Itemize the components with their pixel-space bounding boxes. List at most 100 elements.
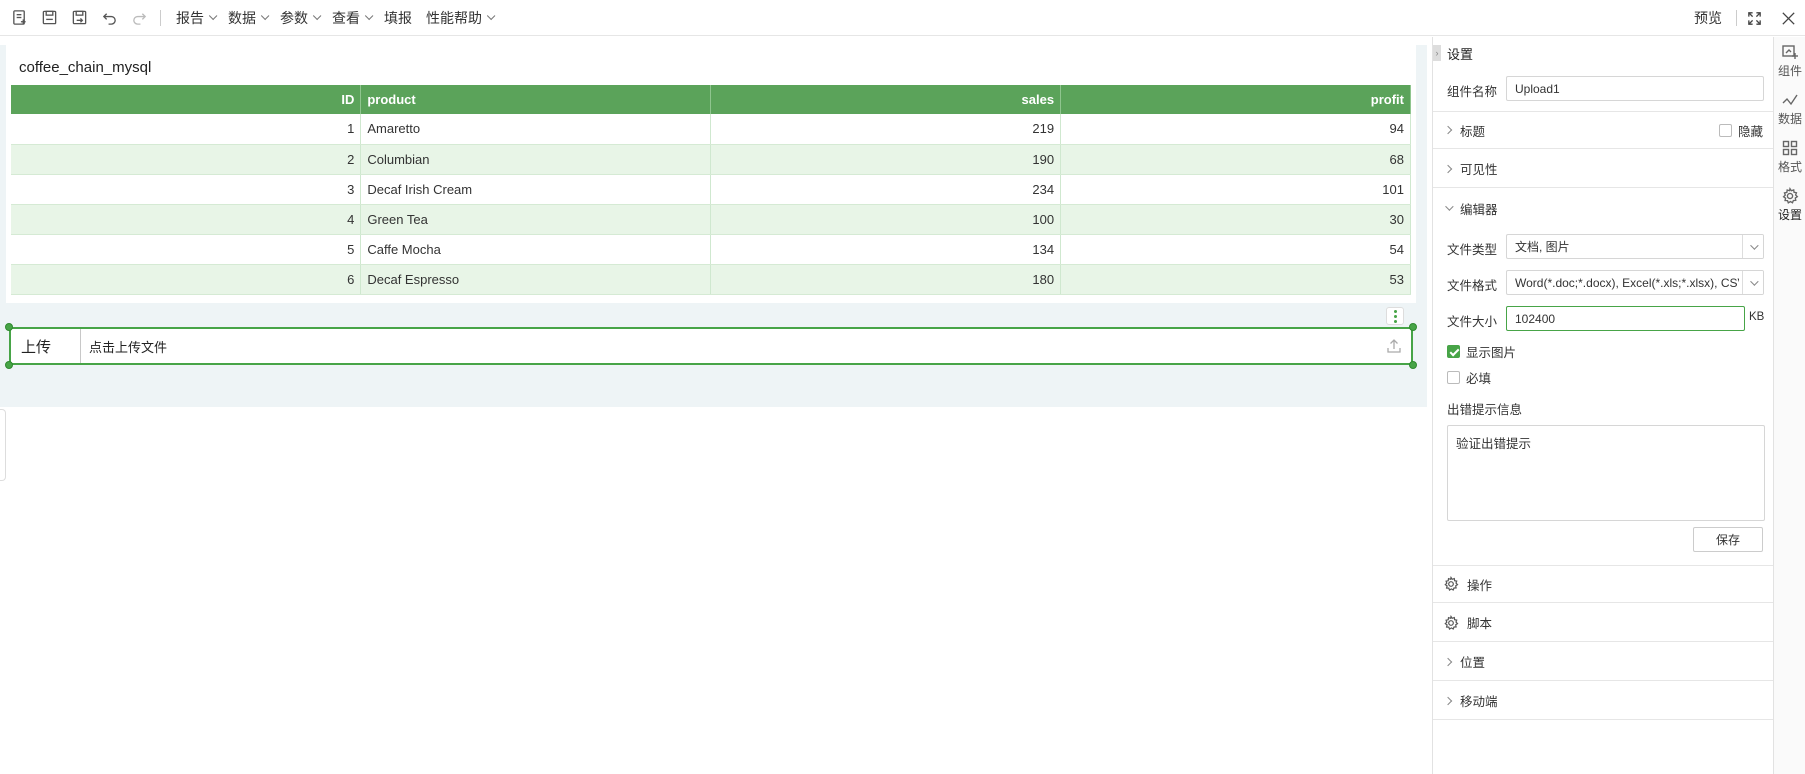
cell-sales[interactable]: 219	[710, 114, 1062, 145]
menu-view[interactable]: 查看	[325, 0, 377, 36]
cell-profit[interactable]: 54	[1060, 234, 1411, 265]
section-visibility[interactable]: 可见性	[1433, 150, 1773, 188]
cell-id[interactable]: 4	[11, 204, 362, 235]
table-component[interactable]: coffee_chain_mysql ID product sales prof…	[6, 45, 1416, 303]
tab-format[interactable]: 格式	[1774, 133, 1805, 181]
resize-handle-top-right[interactable]	[1409, 323, 1417, 331]
table-title: coffee_chain_mysql	[19, 59, 152, 76]
format-grid-icon	[1782, 140, 1798, 156]
file-format-label: 文件格式	[1447, 279, 1498, 293]
column-header-sales[interactable]: sales	[710, 85, 1062, 114]
table-row: 4 Green Tea 100 30	[11, 204, 1411, 235]
toolbar-divider	[160, 9, 161, 26]
menu-parameters[interactable]: 参数	[273, 0, 325, 36]
resize-handle-top-left[interactable]	[5, 323, 13, 331]
left-panel-toggle[interactable]	[0, 409, 6, 481]
tab-data[interactable]: 数据	[1774, 85, 1805, 133]
cell-sales[interactable]: 100	[710, 204, 1062, 235]
chevron-right-icon	[1443, 696, 1453, 705]
section-operation[interactable]: 操作	[1433, 565, 1773, 603]
component-name-input[interactable]: Upload1	[1506, 76, 1764, 101]
chevron-down-icon	[364, 11, 374, 20]
save-as-icon[interactable]	[64, 0, 94, 36]
section-title[interactable]: 标题 隐藏	[1433, 111, 1773, 149]
design-canvas: coffee_chain_mysql ID product sales prof…	[0, 37, 1432, 774]
cell-sales[interactable]: 234	[710, 174, 1062, 205]
menu-data[interactable]: 数据	[221, 0, 273, 36]
cell-sales[interactable]: 180	[710, 264, 1062, 295]
upload-label: 上传	[11, 329, 81, 363]
cell-sales[interactable]: 190	[710, 144, 1062, 175]
chevron-down-icon	[312, 11, 322, 20]
report-area: coffee_chain_mysql ID product sales prof…	[0, 45, 1427, 407]
section-editor[interactable]: 编辑器	[1433, 189, 1773, 227]
upload-placeholder[interactable]: 点击上传文件	[89, 329, 167, 363]
save-button[interactable]: 保存	[1693, 527, 1763, 552]
gear-icon	[1444, 614, 1459, 630]
cell-product[interactable]: Decaf Espresso	[360, 264, 712, 295]
column-header-id[interactable]: ID	[11, 85, 362, 114]
redo-icon[interactable]	[124, 0, 154, 36]
cell-id[interactable]: 5	[11, 234, 362, 265]
cell-profit[interactable]: 94	[1060, 114, 1411, 145]
menu-performance-help[interactable]: 性能帮助	[419, 0, 499, 36]
preview-button[interactable]: 预览	[1680, 8, 1736, 28]
error-message-textarea[interactable]: 验证出错提示	[1447, 425, 1765, 521]
cell-product[interactable]: Green Tea	[360, 204, 712, 235]
section-mobile[interactable]: 移动端	[1433, 682, 1773, 720]
save-icon[interactable]	[34, 0, 64, 36]
table-row: 1 Amaretto 219 94	[11, 114, 1411, 145]
new-report-icon[interactable]	[4, 0, 34, 36]
close-icon[interactable]	[1771, 0, 1805, 36]
tab-component[interactable]: 组件	[1774, 37, 1805, 85]
upload-icon[interactable]	[1385, 337, 1403, 355]
table-row: 6 Decaf Espresso 180 53	[11, 264, 1411, 295]
chevron-right-icon	[1443, 125, 1453, 135]
file-size-unit: KB	[1749, 311, 1765, 323]
table-row: 3 Decaf Irish Cream 234 101	[11, 174, 1411, 205]
show-image-checkbox[interactable]: 显示图片	[1447, 342, 1516, 361]
panel-title: 设置	[1447, 47, 1474, 62]
table-header-row: ID product sales profit	[11, 85, 1411, 114]
cell-id[interactable]: 1	[11, 114, 362, 145]
cell-id[interactable]: 3	[11, 174, 362, 205]
fullscreen-icon[interactable]	[1737, 0, 1771, 36]
menu-fill[interactable]: 填报	[377, 0, 419, 36]
cell-profit[interactable]: 101	[1060, 174, 1411, 205]
section-position[interactable]: 位置	[1433, 643, 1773, 681]
column-header-product[interactable]: product	[360, 85, 712, 114]
cell-profit[interactable]: 68	[1060, 144, 1411, 175]
upload-component[interactable]: 上传 点击上传文件	[9, 327, 1413, 365]
component-icon	[1782, 45, 1798, 59]
collapse-panel-icon[interactable]: ›	[1433, 45, 1441, 61]
tab-settings[interactable]: 设置	[1774, 181, 1805, 229]
component-name-label: 组件名称	[1447, 85, 1498, 99]
toolbar: 报告 数据 参数 查看 填报 性能帮助 预览	[0, 0, 1805, 36]
cell-product[interactable]: Decaf Irish Cream	[360, 174, 712, 205]
column-header-profit[interactable]: profit	[1060, 85, 1411, 114]
section-script[interactable]: 脚本	[1433, 604, 1773, 642]
cell-profit[interactable]: 53	[1060, 264, 1411, 295]
cell-profit[interactable]: 30	[1060, 204, 1411, 235]
right-tab-bar: 组件 数据 格式 设置	[1773, 37, 1805, 774]
resize-handle-bottom-left[interactable]	[5, 361, 13, 369]
file-type-label: 文件类型	[1447, 243, 1498, 257]
cell-id[interactable]: 2	[11, 144, 362, 175]
undo-icon[interactable]	[94, 0, 124, 36]
file-type-select[interactable]: 文档, 图片	[1506, 234, 1764, 259]
file-format-select[interactable]: Word(*.doc;*.docx), Excel(*.xls;*.xlsx),…	[1506, 270, 1764, 295]
cell-product[interactable]: Amaretto	[360, 114, 712, 145]
cell-sales[interactable]: 134	[710, 234, 1062, 265]
cell-product[interactable]: Caffe Mocha	[360, 234, 712, 265]
hide-title-checkbox[interactable]: 隐藏	[1718, 121, 1763, 140]
cell-product[interactable]: Columbian	[360, 144, 712, 175]
more-options-button[interactable]	[1386, 307, 1404, 325]
resize-handle-bottom-right[interactable]	[1409, 361, 1417, 369]
file-size-input[interactable]: 102400	[1506, 306, 1745, 331]
settings-panel: › 设置 组件名称 Upload1 标题 隐藏 可见性 编辑器 文件类型 文档,…	[1432, 37, 1773, 774]
menu-report[interactable]: 报告	[169, 0, 221, 36]
cell-id[interactable]: 6	[11, 264, 362, 295]
chevron-right-icon	[1443, 164, 1453, 173]
table-row: 5 Caffe Mocha 134 54	[11, 234, 1411, 265]
required-checkbox[interactable]: 必填	[1447, 368, 1491, 387]
